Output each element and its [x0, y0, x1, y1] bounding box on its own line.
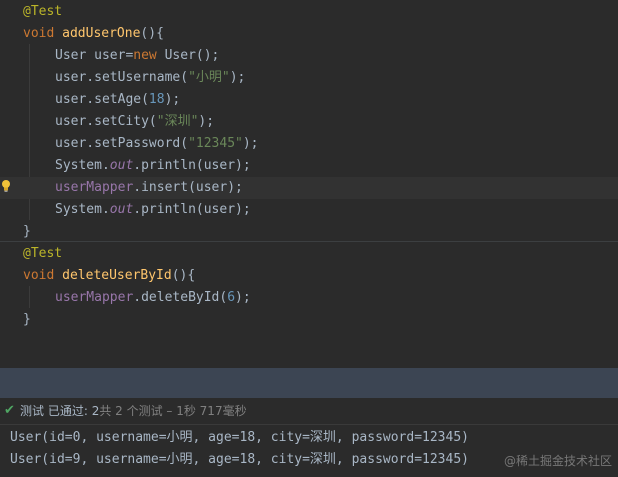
code-line[interactable]: System.out.println(user);	[0, 199, 618, 221]
code-line[interactable]: user.setAge(18);	[0, 89, 618, 111]
string-literal: "12345"	[188, 136, 243, 151]
code-line[interactable]: userMapper.deleteById(6);	[0, 287, 618, 309]
code-line-current[interactable]: userMapper.insert(user);	[0, 177, 618, 199]
code-line[interactable]: void deleteUserById(){	[0, 265, 618, 287]
field-user-mapper: userMapper	[55, 290, 134, 305]
var-user: user=	[86, 48, 134, 63]
ide-window: @Test void addUserOne(){ User user=new U…	[0, 0, 618, 477]
static-field-out: out	[109, 158, 134, 173]
code-line[interactable]: user.setUsername("小明");	[0, 67, 618, 89]
annotation-test: @Test	[23, 246, 63, 261]
call-end: );	[198, 114, 215, 129]
keyword-new: new	[133, 48, 157, 63]
println-call: .println(user);	[133, 158, 251, 173]
test-status-bar: ✔ 测试 已通过: 2共 2 个测试 – 1秒 717毫秒	[0, 398, 618, 425]
code-editor[interactable]: @Test void addUserOne(){ User user=new U…	[0, 0, 618, 368]
code-line[interactable]: User user=new User();	[0, 45, 618, 67]
delete-call: .deleteById(	[133, 290, 228, 305]
call-set-username: user.setUsername(	[55, 70, 189, 85]
keyword-void: void	[23, 268, 55, 283]
method-open: (){	[171, 268, 196, 283]
call-end: );	[235, 290, 251, 305]
method-separator	[0, 241, 618, 242]
string-literal: "小明"	[188, 70, 230, 85]
code-line[interactable]: }	[0, 221, 618, 243]
constructor-call: User();	[156, 48, 220, 63]
call-set-city: user.setCity(	[55, 114, 157, 129]
class-system: System.	[55, 202, 110, 217]
code-line[interactable]: user.setCity("深圳");	[0, 111, 618, 133]
call-set-age: user.setAge(	[55, 92, 149, 107]
lightbulb-icon[interactable]	[0, 178, 12, 192]
test-summary: 共 2 个测试 – 1秒 717毫秒	[99, 404, 247, 418]
check-icon: ✔	[4, 403, 15, 418]
watermark: @稀土掘金技术社区	[503, 454, 612, 468]
console-output[interactable]: User(id=0, username=小明, age=18, city=深圳,…	[0, 425, 618, 477]
field-user-mapper: userMapper	[55, 180, 134, 195]
insert-call: .insert(user);	[133, 180, 243, 195]
number-literal: 18	[148, 92, 165, 107]
console-line: User(id=0, username=小明, age=18, city=深圳,…	[10, 430, 469, 445]
call-end: );	[229, 70, 246, 85]
code-line[interactable]: @Test	[0, 1, 618, 23]
class-system: System.	[55, 158, 110, 173]
console-line: User(id=9, username=小明, age=18, city=深圳,…	[10, 452, 469, 467]
type-user: User	[55, 48, 87, 63]
code-line[interactable]: System.out.println(user);	[0, 155, 618, 177]
code-line[interactable]: }	[0, 309, 618, 331]
method-name: addUserOne	[62, 26, 141, 41]
keyword-void: void	[23, 26, 55, 41]
call-end: );	[242, 136, 259, 151]
closing-brace: }	[23, 224, 31, 239]
println-call: .println(user);	[133, 202, 251, 217]
closing-brace: }	[23, 312, 31, 327]
code-line[interactable]: user.setPassword("12345");	[0, 133, 618, 155]
method-open: (){	[140, 26, 164, 41]
method-name: deleteUserById	[62, 268, 172, 283]
passed-label: 测试 已通过:	[20, 404, 88, 418]
call-end: );	[164, 92, 181, 107]
string-literal: "深圳"	[156, 114, 199, 129]
static-field-out: out	[109, 202, 134, 217]
call-set-password: user.setPassword(	[55, 136, 189, 151]
annotation-test: @Test	[23, 4, 63, 19]
code-line[interactable]: @Test	[0, 243, 618, 265]
number-literal: 6	[227, 290, 236, 305]
panel-divider[interactable]	[0, 368, 618, 398]
code-line[interactable]: void addUserOne(){	[0, 23, 618, 45]
